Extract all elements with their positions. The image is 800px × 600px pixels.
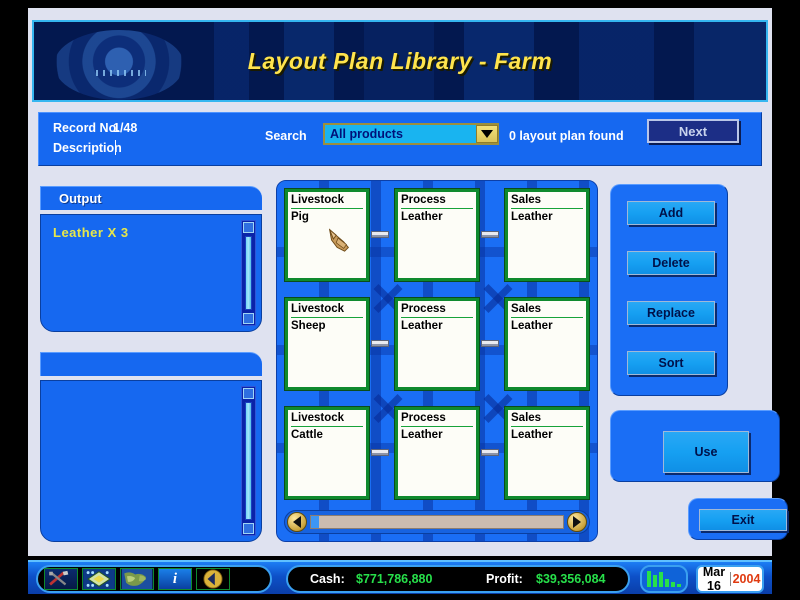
tools-icon[interactable] bbox=[44, 568, 78, 590]
back-arrow-icon[interactable] bbox=[196, 568, 230, 590]
output-vertical-scrollbar[interactable] bbox=[241, 220, 256, 326]
replace-button[interactable]: Replace bbox=[627, 301, 715, 325]
description-label: Description bbox=[53, 141, 122, 155]
pointing-hand-cursor bbox=[328, 228, 350, 252]
profit-value: $39,356,084 bbox=[536, 572, 606, 586]
layout-plan-grid: Livestock Pig Process Leather Sales Leat… bbox=[276, 180, 598, 542]
scroll-track[interactable] bbox=[310, 515, 564, 529]
cash-value: $771,786,880 bbox=[356, 572, 433, 586]
use-panel: Use bbox=[610, 410, 780, 482]
add-button[interactable]: Add bbox=[627, 201, 715, 225]
card-header: Process bbox=[401, 303, 473, 318]
dropdown-selected-value: All products bbox=[330, 127, 403, 141]
node-connector bbox=[481, 449, 499, 456]
money-group: Cash: $771,786,880 Profit: $39,356,084 bbox=[286, 565, 630, 593]
result-count-label: 0 layout plan found bbox=[509, 129, 624, 143]
scroll-down-button[interactable] bbox=[243, 313, 254, 324]
node-connector bbox=[371, 231, 389, 238]
profit-label: Profit: bbox=[486, 572, 523, 586]
card-header: Sales bbox=[511, 412, 583, 427]
scroll-up-button[interactable] bbox=[243, 222, 254, 233]
grid-horizontal-scrollbar[interactable] bbox=[284, 510, 590, 534]
search-product-dropdown[interactable]: All products bbox=[323, 123, 499, 145]
plan-card[interactable]: Process Leather bbox=[394, 406, 480, 500]
world-map-icon[interactable] bbox=[120, 568, 154, 590]
card-header: Livestock bbox=[291, 194, 363, 209]
plan-card[interactable]: Process Leather bbox=[394, 188, 480, 282]
next-button[interactable]: Next bbox=[647, 119, 739, 143]
scroll-thumb[interactable] bbox=[245, 402, 252, 520]
list-item[interactable]: Leather X 3 bbox=[53, 225, 129, 240]
chevron-down-icon[interactable] bbox=[476, 125, 498, 143]
output-panel-body: Leather X 3 bbox=[40, 214, 262, 332]
plan-card[interactable]: Sales Leather bbox=[504, 297, 590, 391]
node-connector bbox=[481, 231, 499, 238]
layout-diamond-icon[interactable] bbox=[82, 568, 116, 590]
card-header: Process bbox=[401, 412, 473, 427]
card-header: Sales bbox=[511, 194, 583, 209]
output-panel-title: Output bbox=[40, 186, 262, 210]
plan-card[interactable]: Livestock Pig bbox=[284, 188, 370, 282]
secondary-panel-title bbox=[40, 352, 262, 376]
scroll-thumb[interactable] bbox=[245, 236, 252, 310]
exit-panel: Exit bbox=[688, 498, 788, 540]
record-no-value: 1/48 bbox=[113, 121, 138, 135]
toolbar-icons-group: i bbox=[36, 565, 272, 593]
plan-card[interactable]: Process Leather bbox=[394, 297, 480, 391]
scroll-thumb[interactable] bbox=[311, 516, 319, 528]
sort-button[interactable]: Sort bbox=[627, 351, 715, 375]
application-window: Layout Plan Library - Farm Record No. 1/… bbox=[0, 0, 800, 600]
card-subtitle: Sheep bbox=[291, 320, 326, 332]
status-bar: i Cash: $771,786,880 Profit: $39,356,084… bbox=[28, 560, 772, 594]
info-icon[interactable]: i bbox=[158, 568, 192, 590]
text-caret bbox=[115, 140, 116, 155]
card-subtitle: Leather bbox=[511, 320, 553, 332]
date-month: Mar 16 bbox=[702, 565, 726, 593]
exit-button[interactable]: Exit bbox=[699, 509, 787, 531]
edit-actions-panel: Add Delete Replace Sort bbox=[610, 184, 728, 396]
node-connector bbox=[481, 340, 499, 347]
card-header: Livestock bbox=[291, 412, 363, 427]
date-year: 2004 bbox=[730, 572, 762, 586]
secondary-panel-body bbox=[40, 380, 262, 542]
secondary-panel bbox=[40, 352, 262, 542]
secondary-vertical-scrollbar[interactable] bbox=[241, 386, 256, 536]
bar-chart-icon[interactable] bbox=[640, 565, 688, 593]
card-subtitle: Pig bbox=[291, 211, 309, 223]
card-subtitle: Cattle bbox=[291, 429, 323, 441]
card-header: Sales bbox=[511, 303, 583, 318]
record-no-label: Record No. bbox=[53, 121, 120, 135]
scroll-down-button[interactable] bbox=[243, 523, 254, 534]
plan-card[interactable]: Sales Leather bbox=[504, 188, 590, 282]
cash-label: Cash: bbox=[310, 572, 345, 586]
card-subtitle: Leather bbox=[401, 320, 443, 332]
plan-card[interactable]: Livestock Sheep bbox=[284, 297, 370, 391]
card-header: Process bbox=[401, 194, 473, 209]
page-title: Layout Plan Library - Farm bbox=[247, 48, 553, 74]
card-subtitle: Leather bbox=[401, 211, 443, 223]
card-header: Livestock bbox=[291, 303, 363, 318]
use-button[interactable]: Use bbox=[663, 431, 749, 473]
scroll-right-arrow-icon[interactable] bbox=[567, 512, 587, 532]
scroll-left-arrow-icon[interactable] bbox=[287, 512, 307, 532]
plan-card[interactable]: Sales Leather bbox=[504, 406, 590, 500]
node-connector bbox=[371, 449, 389, 456]
delete-button[interactable]: Delete bbox=[627, 251, 715, 275]
plan-card[interactable]: Livestock Cattle bbox=[284, 406, 370, 500]
card-subtitle: Leather bbox=[401, 429, 443, 441]
scroll-up-button[interactable] bbox=[243, 388, 254, 399]
output-panel: Output Leather X 3 bbox=[40, 186, 262, 332]
search-label: Search bbox=[265, 129, 307, 143]
card-subtitle: Leather bbox=[511, 429, 553, 441]
record-search-bar: Record No. 1/48 Description Search All p… bbox=[38, 112, 762, 166]
date-display[interactable]: Mar 16 2004 bbox=[696, 565, 764, 593]
card-subtitle: Leather bbox=[511, 211, 553, 223]
title-banner: Layout Plan Library - Farm bbox=[32, 20, 768, 102]
node-connector bbox=[371, 340, 389, 347]
